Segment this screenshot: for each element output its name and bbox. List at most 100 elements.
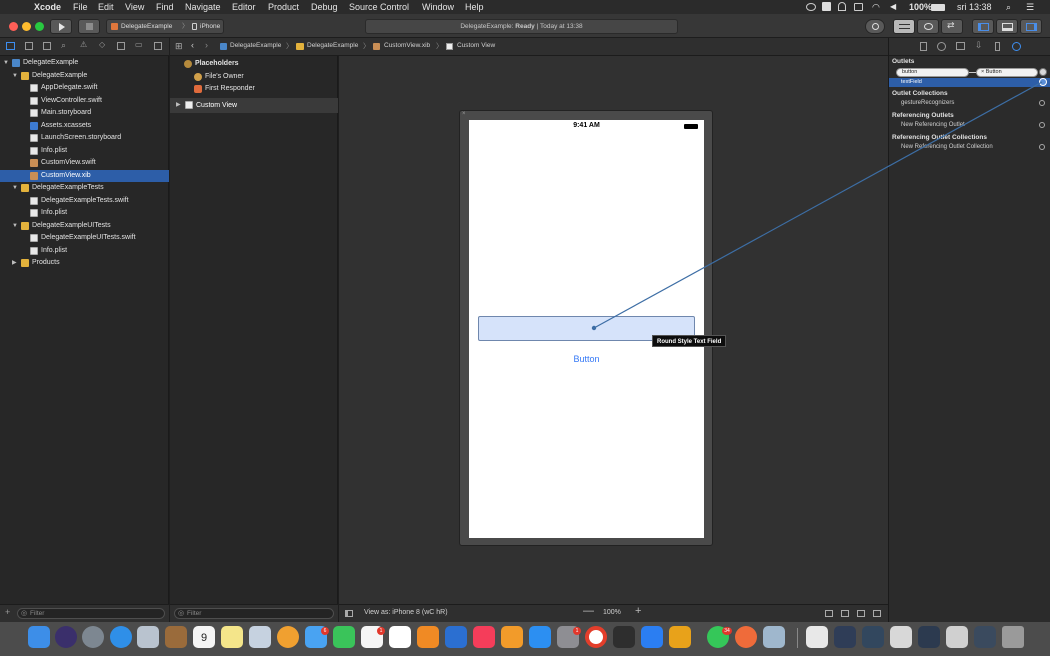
jump-bar-project[interactable]: DelegateExample: [230, 42, 281, 49]
tree-item[interactable]: ▼ DelegateExampleUITests: [0, 220, 169, 233]
tree-item[interactable]: CustomView.swift: [0, 157, 169, 170]
tree-item[interactable]: AppDelegate.swift: [0, 82, 169, 95]
resolve-issues-icon[interactable]: [873, 610, 881, 617]
jump-bar-view[interactable]: Custom View: [457, 42, 495, 49]
app-status-icon[interactable]: [822, 2, 831, 11]
maps-icon[interactable]: [249, 626, 271, 648]
close-window-button[interactable]: [9, 22, 18, 31]
image-viewer-icon[interactable]: [763, 626, 785, 648]
preview-icon[interactable]: [137, 626, 159, 648]
wifi-icon[interactable]: ◠: [872, 0, 880, 14]
connection-circle-icon[interactable]: [1039, 144, 1045, 150]
reminders-icon[interactable]: 1: [361, 626, 385, 648]
music-icon[interactable]: [473, 626, 495, 648]
standard-editor-button[interactable]: [893, 19, 915, 34]
jump-bar-file[interactable]: CustomView.xib: [384, 42, 430, 49]
notebook-icon[interactable]: [165, 626, 187, 648]
notes-icon[interactable]: [221, 626, 243, 648]
calendar-icon[interactable]: 9: [193, 626, 215, 648]
battery-icon[interactable]: [931, 4, 945, 11]
books-icon[interactable]: [501, 626, 523, 648]
app-store-icon[interactable]: [529, 626, 551, 648]
jump-bar-group[interactable]: DelegateExample: [307, 42, 358, 49]
interface-builder-canvas[interactable]: × 9:41 AM Button Round Style Text Field …: [339, 56, 888, 622]
tree-item[interactable]: ▼ DelegateExample: [0, 70, 169, 83]
project-navigator-tab-icon[interactable]: [6, 42, 15, 50]
menu-debug[interactable]: Debug: [311, 0, 338, 14]
menu-help[interactable]: Help: [465, 0, 484, 14]
forward-arrow-icon[interactable]: ›: [205, 40, 208, 50]
embed-in-icon[interactable]: [825, 610, 833, 617]
disclosure-icon[interactable]: ▼: [3, 57, 9, 70]
toggle-debug-area-button[interactable]: [996, 19, 1018, 34]
screenshot-icon[interactable]: [890, 626, 912, 648]
creative-cloud-icon[interactable]: [806, 3, 816, 11]
tree-item[interactable]: DelegateExampleUITests.swift: [0, 232, 169, 245]
spotlight-icon[interactable]: ⌕: [1006, 0, 1011, 14]
pin-icon[interactable]: [857, 610, 865, 617]
keynote-icon[interactable]: [445, 626, 467, 648]
custom-view-canvas[interactable]: 9:41 AM Button: [469, 120, 704, 538]
tree-item[interactable]: DelegateExampleTests.swift: [0, 195, 169, 208]
slack-icon[interactable]: [613, 626, 635, 648]
downloads-icon[interactable]: [974, 626, 996, 648]
chrome-icon[interactable]: [585, 626, 607, 648]
minimize-window-button[interactable]: [22, 22, 31, 31]
report-tab-icon[interactable]: [154, 42, 162, 50]
issue-tab-icon[interactable]: ⚠: [80, 40, 87, 49]
debug-tab-icon[interactable]: [117, 42, 125, 50]
tree-item-selected[interactable]: CustomView.xib: [0, 169, 169, 182]
tree-item[interactable]: Main.storyboard: [0, 107, 169, 120]
disclosure-icon[interactable]: ▶: [176, 98, 181, 113]
outline-item[interactable]: File's Owner: [170, 71, 338, 84]
launchpad-icon[interactable]: [82, 626, 104, 648]
find-tab-icon[interactable]: ⌕: [61, 40, 66, 51]
tree-item[interactable]: Info.plist: [0, 145, 169, 158]
zoom-window-button[interactable]: [35, 22, 44, 31]
trash-icon[interactable]: [1002, 626, 1024, 648]
menu-file[interactable]: File: [73, 0, 88, 14]
back-arrow-icon[interactable]: ‹: [191, 40, 194, 50]
outlet-row-textfield[interactable]: textField: [889, 78, 1050, 87]
version-editor-button[interactable]: ⇄: [941, 19, 963, 34]
disclosure-icon[interactable]: ▶: [12, 257, 17, 270]
outline-item-custom-view[interactable]: ▶ Custom View: [170, 98, 338, 113]
connection-circle-icon[interactable]: [1039, 78, 1047, 86]
pages-icon[interactable]: [417, 626, 439, 648]
disclosure-icon[interactable]: ▼: [12, 182, 18, 195]
system-preferences-icon[interactable]: 1: [557, 626, 581, 648]
add-file-icon[interactable]: +: [5, 607, 10, 617]
sublime-text-icon[interactable]: [669, 626, 691, 648]
stop-button[interactable]: [78, 19, 100, 34]
zoom-out-button[interactable]: —: [583, 605, 594, 617]
notification-center-icon[interactable]: ☰: [1026, 0, 1034, 14]
lock-status-icon[interactable]: [838, 2, 846, 11]
outline-item[interactable]: First Responder: [170, 83, 338, 96]
swift-playgrounds-icon[interactable]: [735, 626, 757, 648]
screenshot-icon[interactable]: [918, 626, 940, 648]
scene-close-icon[interactable]: ×: [462, 111, 466, 117]
menu-app-name[interactable]: Xcode: [34, 0, 61, 14]
tree-item[interactable]: ▶ Products: [0, 257, 169, 270]
view-as-label[interactable]: View as: iPhone 8 (wC hR): [364, 609, 448, 616]
attributes-inspector-icon[interactable]: ⇩: [975, 40, 983, 51]
connected-circle-icon[interactable]: [1039, 68, 1047, 76]
related-items-icon[interactable]: ⊞: [175, 41, 183, 52]
library-button[interactable]: [865, 19, 885, 34]
photos-icon[interactable]: [277, 626, 299, 648]
outline-filter-input[interactable]: ◎ Filter: [174, 608, 334, 619]
screenshot-icon[interactable]: [862, 626, 884, 648]
tree-item[interactable]: LaunchScreen.storyboard: [0, 132, 169, 145]
tree-item[interactable]: ViewController.swift: [0, 95, 169, 108]
screenshot-icon[interactable]: [834, 626, 856, 648]
toggle-inspector-button[interactable]: [1020, 19, 1042, 34]
screenshot-icon[interactable]: [946, 626, 968, 648]
symbol-tab-icon[interactable]: [43, 42, 51, 50]
breakpoint-tab-icon[interactable]: ▭: [135, 40, 143, 49]
test-tab-icon[interactable]: ◇: [99, 40, 105, 49]
tree-item[interactable]: Info.plist: [0, 245, 169, 258]
menu-clock[interactable]: sri 13:38: [957, 0, 992, 14]
assistant-editor-button[interactable]: [917, 19, 939, 34]
safari-icon[interactable]: [110, 626, 132, 648]
tree-item[interactable]: Assets.xcassets: [0, 120, 169, 133]
